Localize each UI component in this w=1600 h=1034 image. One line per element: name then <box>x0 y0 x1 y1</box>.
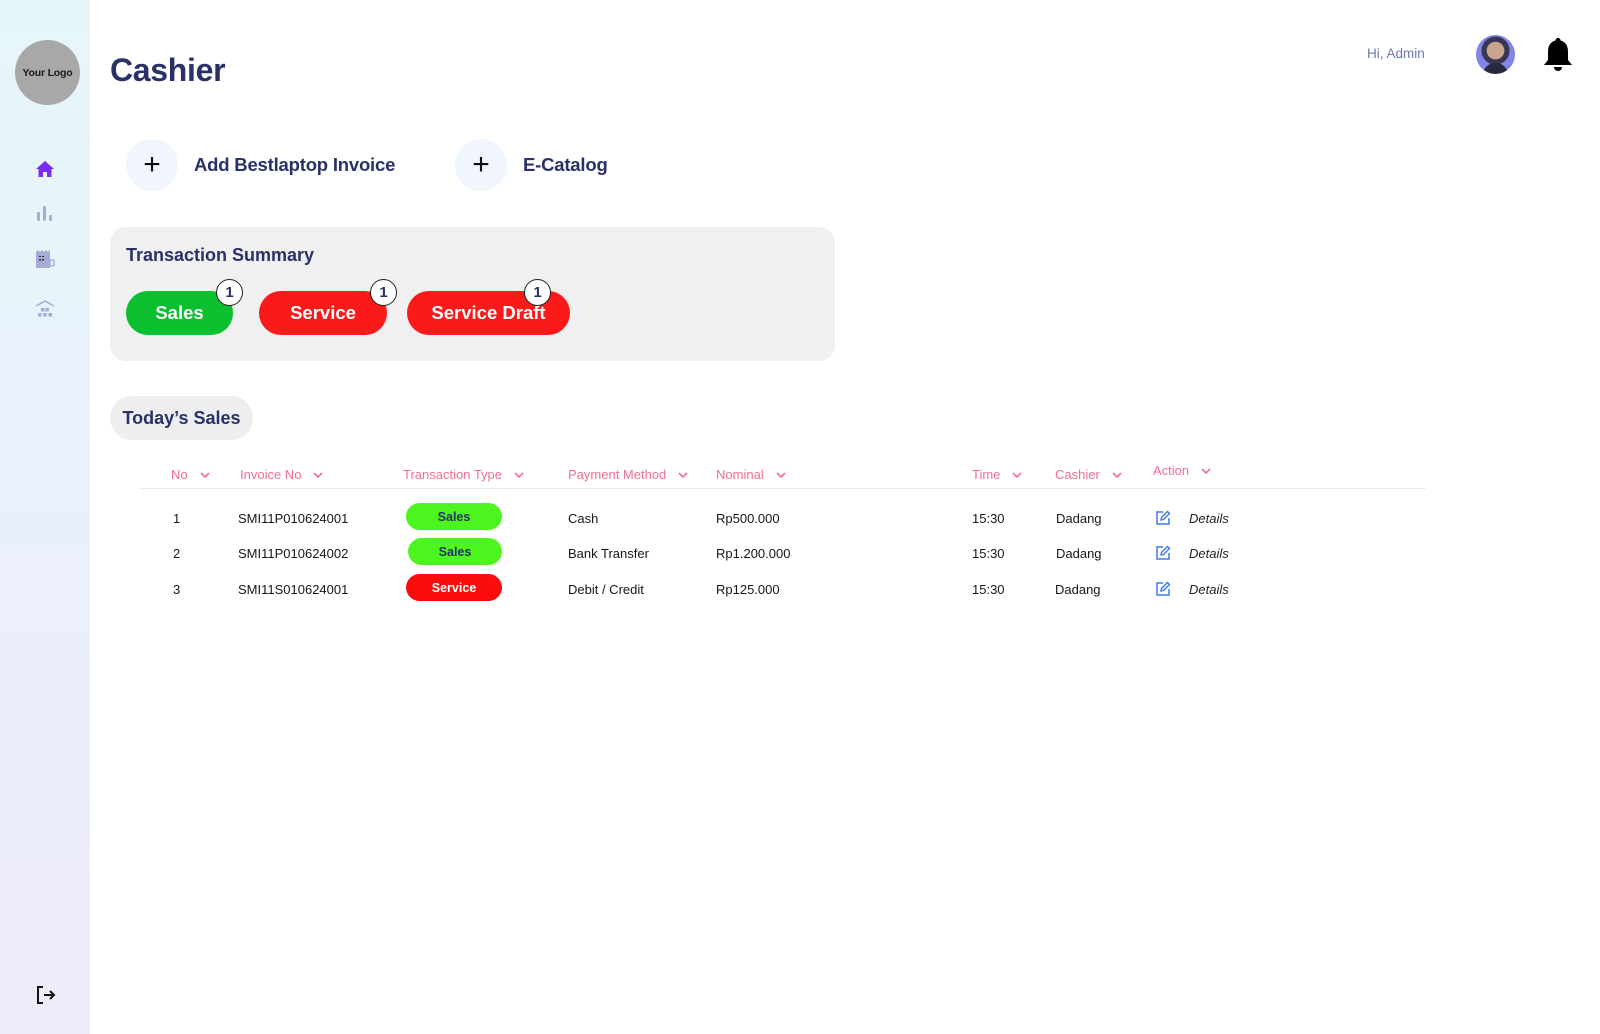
sidebar: Your Logo <box>0 0 90 1034</box>
table-row[interactable]: 2 SMI11P010624002 Sales Bank Transfer Rp… <box>141 537 1426 573</box>
details-label: Details <box>1189 545 1229 561</box>
cell-no: 2 <box>173 546 181 561</box>
summary-pill-service-draft[interactable]: Service Draft 1 <box>407 279 570 335</box>
cell-nominal: Rp500.000 <box>716 511 780 526</box>
cell-no: 1 <box>173 511 181 526</box>
chevron-down-icon <box>514 471 524 478</box>
avatar-figure <box>1483 63 1508 74</box>
transaction-summary-card: Transaction Summary Sales 1 Service 1 Se… <box>110 227 835 361</box>
plus-icon: + <box>455 139 507 191</box>
table-row[interactable]: 3 SMI11S010624001 Service Debit / Credit… <box>141 573 1426 609</box>
logout-icon[interactable] <box>34 983 58 1007</box>
cell-payment-method: Cash <box>568 511 599 526</box>
sidebar-item-home[interactable] <box>32 156 58 182</box>
pill-label: Service Draft <box>431 302 546 323</box>
cell-nominal: Rp1.200.000 <box>716 546 791 561</box>
transaction-type-badge: Sales <box>406 503 502 530</box>
transaction-type-badge: Sales <box>408 538 502 565</box>
cell-time: 15:30 <box>972 546 1005 561</box>
count-badge: 1 <box>370 279 397 306</box>
column-label: Invoice No <box>240 467 302 482</box>
sidebar-item-warehouse[interactable] <box>32 296 58 322</box>
cell-time: 15:30 <box>972 511 1005 526</box>
column-header-nominal[interactable]: Nominal <box>716 467 786 482</box>
e-catalog-button[interactable]: + E-Catalog <box>455 139 608 191</box>
avatar[interactable] <box>1476 35 1515 74</box>
column-label: Nominal <box>716 467 764 482</box>
page-title: Cashier <box>110 52 226 88</box>
details-button[interactable]: Details <box>1155 545 1229 561</box>
transaction-type-badge: Service <box>406 574 502 601</box>
cell-cashier: Dadang <box>1056 511 1102 526</box>
logo-text: Your Logo <box>22 66 73 79</box>
e-catalog-label: E-Catalog <box>523 154 608 175</box>
sidebar-item-reports[interactable] <box>32 200 58 226</box>
column-label: Action <box>1153 463 1190 478</box>
summary-pill-sales[interactable]: Sales 1 <box>126 279 243 335</box>
chevron-down-icon <box>313 471 323 478</box>
home-icon <box>36 161 54 177</box>
details-label: Details <box>1189 581 1229 597</box>
column-header-payment-method[interactable]: Payment Method <box>568 467 688 482</box>
column-header-cashier[interactable]: Cashier <box>1055 467 1122 482</box>
chevron-down-icon <box>1012 471 1022 478</box>
cash-register-icon <box>36 250 55 268</box>
chevron-down-icon <box>1112 471 1122 478</box>
cell-time: 15:30 <box>972 582 1005 597</box>
plus-icon: + <box>126 139 178 191</box>
cell-invoice-no: SMI11P010624002 <box>238 546 349 561</box>
column-header-time[interactable]: Time <box>972 467 1022 482</box>
column-label: Cashier <box>1055 467 1100 482</box>
edit-icon <box>1156 510 1171 525</box>
table-header: No Invoice No Transaction Type Payment M… <box>141 455 1426 489</box>
edit-icon <box>1156 545 1171 560</box>
bar-chart-icon <box>37 205 52 221</box>
cell-nominal: Rp125.000 <box>716 582 780 597</box>
sales-table: No Invoice No Transaction Type Payment M… <box>141 455 1426 609</box>
cell-payment-method: Bank Transfer <box>568 546 649 561</box>
column-label: Transaction Type <box>403 467 502 482</box>
details-button[interactable]: Details <box>1155 581 1229 597</box>
column-header-no[interactable]: No <box>171 467 210 482</box>
pill-label: Service <box>290 302 356 323</box>
bell-icon[interactable] <box>1541 36 1575 72</box>
cell-payment-method: Debit / Credit <box>568 582 644 597</box>
warehouse-icon <box>35 300 55 317</box>
cell-invoice-no: SMI11S010624001 <box>238 582 349 597</box>
chevron-down-icon <box>1201 467 1211 474</box>
column-header-invoice-no[interactable]: Invoice No <box>240 467 323 482</box>
chevron-down-icon <box>776 471 786 478</box>
add-invoice-button[interactable]: + Add Bestlaptop Invoice <box>126 139 395 191</box>
column-label: Time <box>972 467 1001 482</box>
chevron-down-icon <box>678 471 688 478</box>
count-badge: 1 <box>216 279 243 306</box>
table-row[interactable]: 1 SMI11P010624001 Sales Cash Rp500.000 1… <box>141 501 1426 537</box>
todays-sales-heading: Today’s Sales <box>110 396 253 440</box>
logo[interactable]: Your Logo <box>15 40 80 105</box>
count-badge: 1 <box>524 279 551 306</box>
cell-invoice-no: SMI11P010624001 <box>238 511 349 526</box>
cell-cashier: Dadang <box>1055 582 1101 597</box>
pill-label: Sales <box>155 302 204 323</box>
column-header-transaction-type[interactable]: Transaction Type <box>403 467 524 482</box>
details-label: Details <box>1189 510 1229 526</box>
summary-title: Transaction Summary <box>126 245 315 265</box>
sidebar-item-cashier[interactable] <box>32 246 58 272</box>
edit-icon <box>1156 581 1171 596</box>
add-invoice-label: Add Bestlaptop Invoice <box>194 154 396 175</box>
summary-pill-service[interactable]: Service 1 <box>259 279 397 335</box>
column-header-action[interactable]: Action <box>1153 463 1211 478</box>
chevron-down-icon <box>200 471 210 478</box>
user-greeting: Hi, Admin <box>1367 46 1425 61</box>
column-label: No <box>171 467 188 482</box>
cell-no: 3 <box>173 582 181 597</box>
details-button[interactable]: Details <box>1155 510 1229 526</box>
cell-cashier: Dadang <box>1056 546 1102 561</box>
column-label: Payment Method <box>568 467 667 482</box>
